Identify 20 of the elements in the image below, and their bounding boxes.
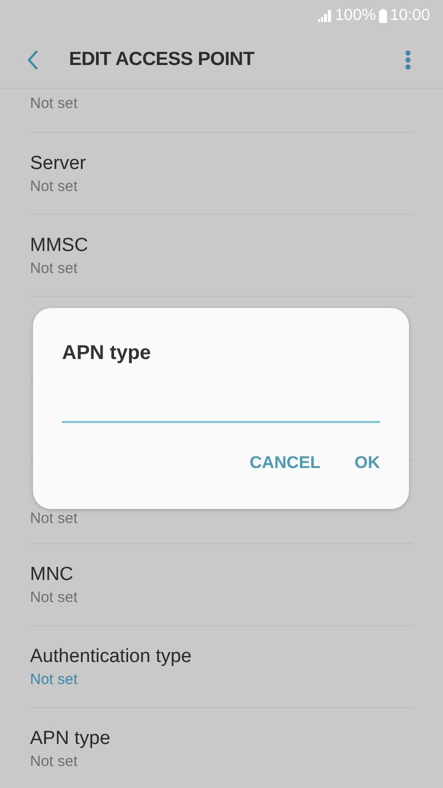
- setting-label: MMSC: [30, 234, 90, 256]
- setting-label: Authentication type: [30, 646, 193, 668]
- more-options-icon[interactable]: [405, 50, 411, 70]
- setting-value: Not set: [30, 178, 79, 194]
- setting-value: Not set: [30, 670, 79, 688]
- dialog-title: APN type: [62, 342, 152, 365]
- dialog-button[interactable]: CANCEL: [236, 447, 320, 479]
- setting-label: APN type: [30, 728, 112, 750]
- setting-value: Not set: [30, 95, 79, 112]
- setting-value: Not set: [30, 260, 79, 276]
- screen-title: EDIT ACCESS POINT: [69, 49, 256, 71]
- setting-value: Not set: [30, 588, 79, 606]
- battery-icon: [378, 9, 387, 23]
- signal-icon: [318, 10, 332, 22]
- setting-value: Not set: [30, 510, 79, 527]
- setting-label: MNC: [30, 564, 74, 586]
- back-icon[interactable]: [26, 49, 40, 71]
- dialog-button[interactable]: OK: [340, 447, 380, 479]
- setting-value: Not set: [30, 753, 79, 770]
- setting-label: Server: [30, 152, 87, 174]
